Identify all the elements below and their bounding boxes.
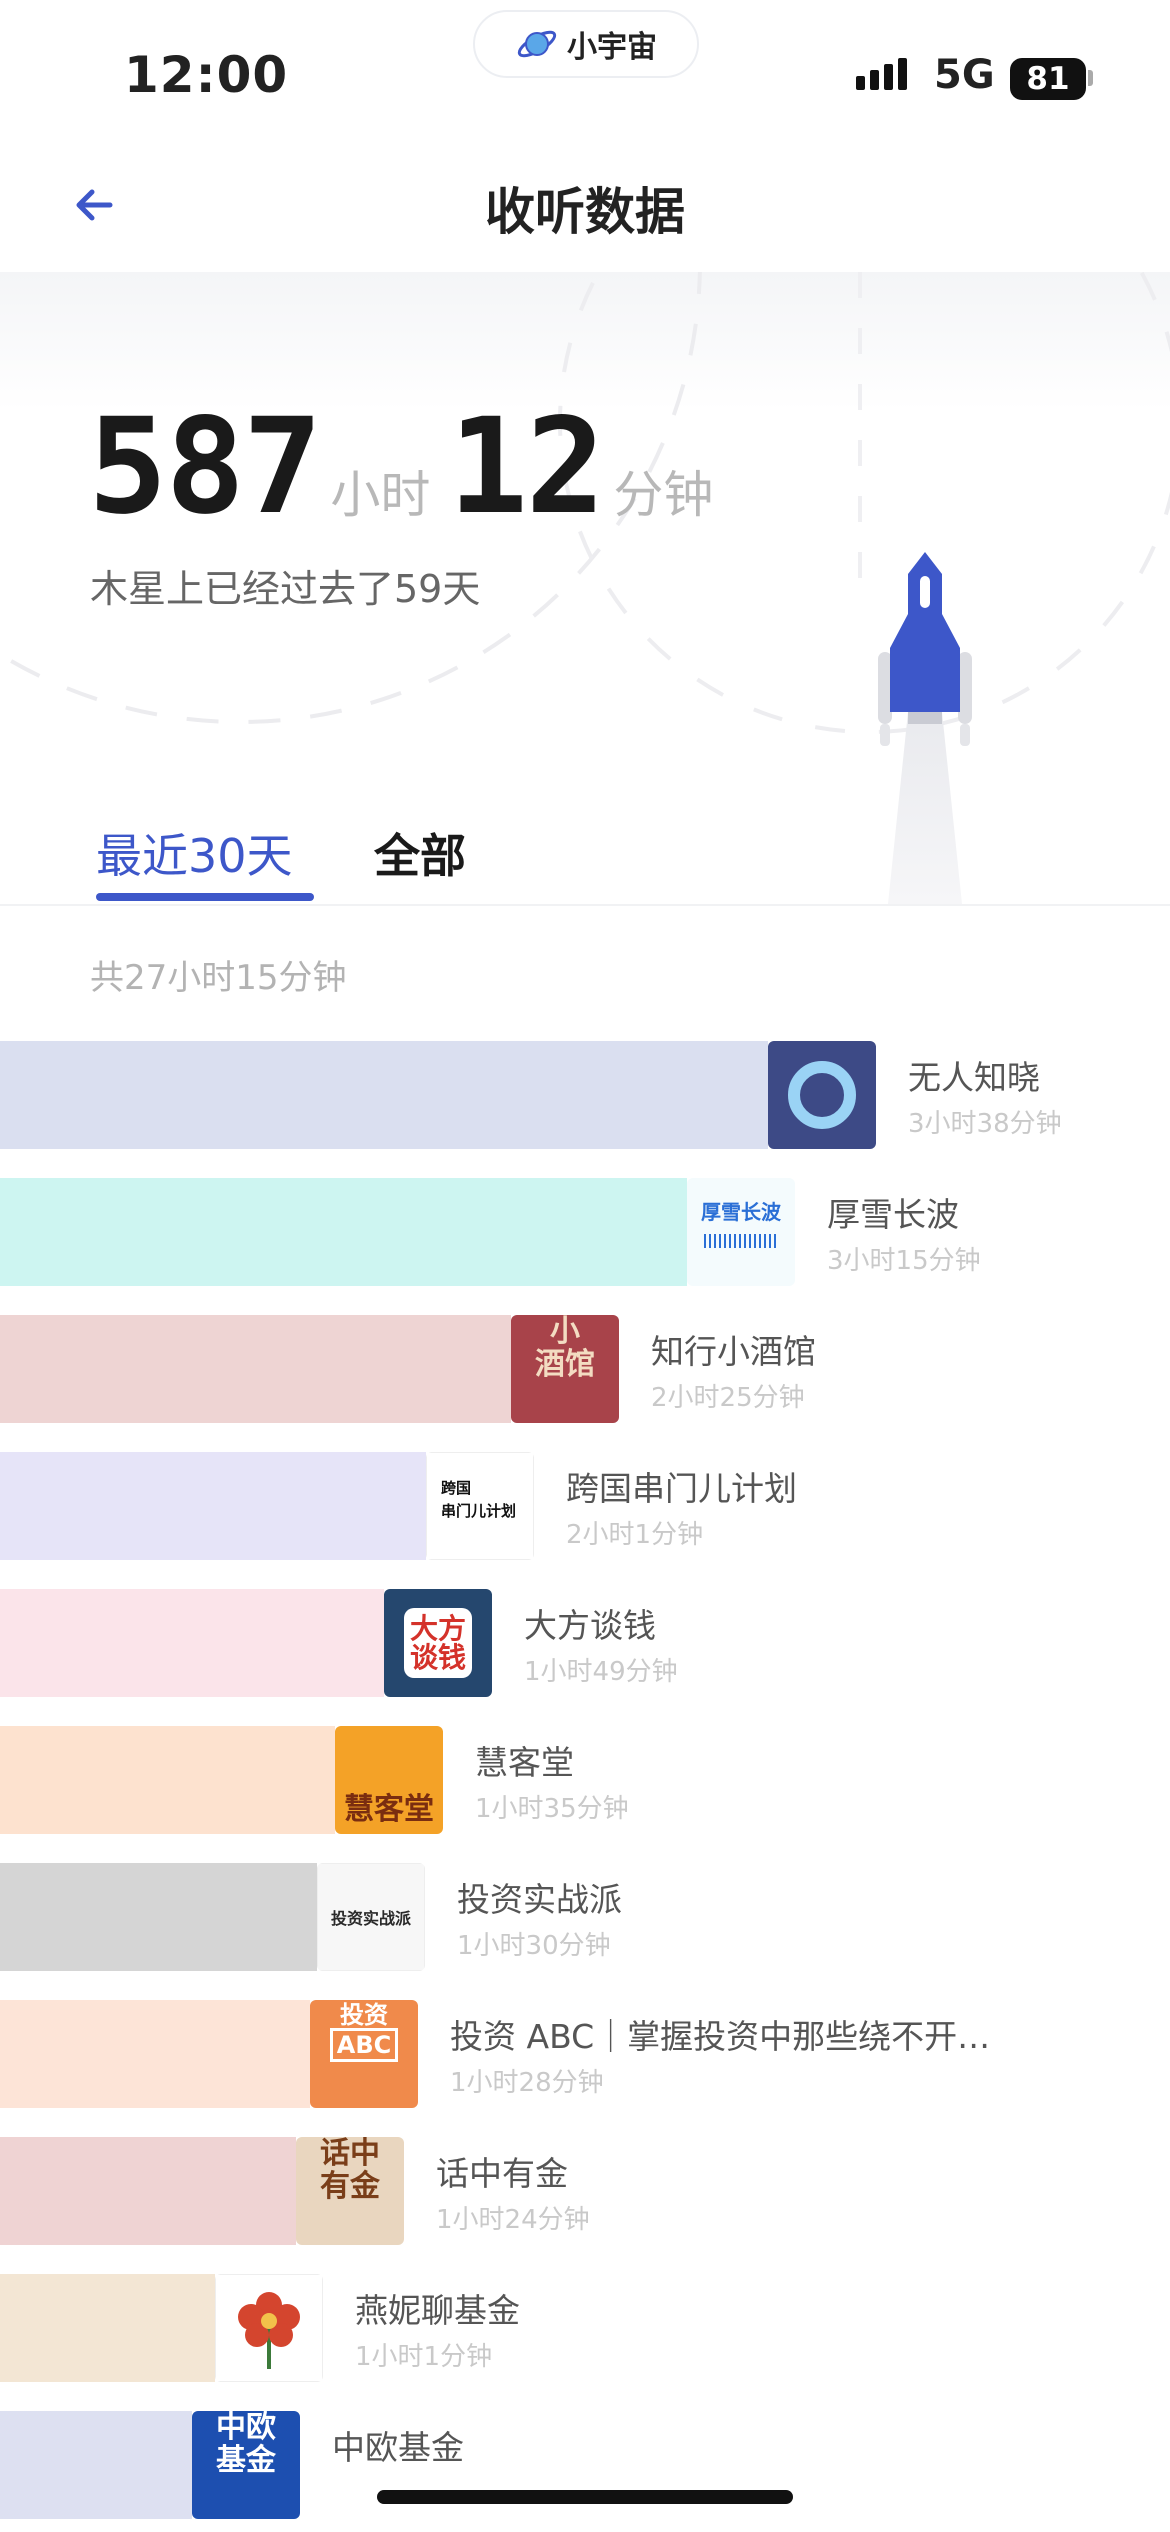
podcast-name: 燕妮聊基金	[355, 2291, 520, 2330]
divider	[0, 904, 1170, 906]
podcast-row[interactable]: 燕妮聊基金 1小时1分钟	[0, 2274, 1170, 2382]
podcast-cover[interactable]: 厚雪长波	[687, 1178, 795, 1286]
tab-recent-30-days[interactable]: 最近30天	[96, 820, 293, 886]
total-recent-time: 共27小时15分钟	[90, 958, 347, 998]
page-title: 收听数据	[485, 183, 685, 241]
listening-data-page: 12:00 小宇宙 5G 81 收听数据 587 小时 12 分钟 木星上已经过…	[0, 0, 1170, 2532]
podcast-duration: 3小时38分钟	[908, 1109, 1062, 1139]
listen-time-bar	[0, 2411, 192, 2519]
podcast-name: 跨国串门儿计划	[566, 1469, 797, 1508]
podcast-duration: 2小时1分钟	[566, 1520, 704, 1550]
listen-time-bar	[0, 2000, 310, 2108]
podcast-cover[interactable]: 中欧 基金	[192, 2411, 300, 2519]
cellular-signal-icon	[856, 58, 907, 90]
network-type: 5G	[934, 52, 995, 98]
podcast-duration: 1小时1分钟	[355, 2342, 493, 2372]
podcast-cover[interactable]: 小酒馆	[511, 1315, 619, 1423]
podcast-name: 大方谈钱	[524, 1606, 656, 1645]
minutes-value: 12	[448, 390, 605, 544]
podcast-cover[interactable]: 话中 有金	[296, 2137, 404, 2245]
battery-icon: 81	[1010, 58, 1086, 100]
podcast-name: 无人知晓	[908, 1058, 1040, 1097]
listen-time-bar	[0, 2274, 215, 2382]
podcast-row[interactable]: 小酒馆 知行小酒馆 2小时25分钟	[0, 1315, 1170, 1423]
podcast-cover[interactable]	[768, 1041, 876, 1149]
podcast-duration: 1小时24分钟	[436, 2205, 590, 2235]
podcast-duration: 1小时30分钟	[457, 1931, 611, 1961]
listen-time-bar	[0, 1315, 511, 1423]
podcast-row[interactable]: 投资 ABC 投资 ABC｜掌握投资中那些绕不开… 1小时28分钟	[0, 2000, 1170, 2108]
listen-time-bar	[0, 1041, 768, 1149]
status-time: 12:00	[124, 46, 289, 104]
listen-time-bar	[0, 1452, 426, 1560]
podcast-cover[interactable]: 大方 谈钱	[384, 1589, 492, 1697]
planet-logo-icon	[517, 30, 557, 58]
podcast-row[interactable]: 厚雪长波 厚雪长波 3小时15分钟	[0, 1178, 1170, 1286]
podcast-row[interactable]: 慧客堂 慧客堂 1小时35分钟	[0, 1726, 1170, 1834]
rocket-illustration	[878, 552, 972, 904]
podcast-name: 中欧基金	[332, 2428, 464, 2467]
listen-time-bar	[0, 1863, 317, 1971]
hours-unit: 小时	[330, 466, 431, 524]
podcast-row[interactable]: 跨国 串门儿计划 跨国串门儿计划 2小时1分钟	[0, 1452, 1170, 1560]
podcast-row[interactable]: 投资实战派 投资实战派 1小时30分钟	[0, 1863, 1170, 1971]
podcast-row[interactable]: 话中 有金 话中有金 1小时24分钟	[0, 2137, 1170, 2245]
jupiter-subtitle: 木星上已经过去了59天	[90, 567, 481, 611]
listen-time-bar	[0, 1726, 335, 1834]
flower-cover-art	[238, 2292, 300, 2369]
podcast-name: 慧客堂	[475, 1743, 574, 1782]
tab-all[interactable]: 全部	[374, 820, 466, 886]
podcast-duration: 2小时25分钟	[651, 1383, 805, 1413]
podcast-cover[interactable]: 投资实战派	[317, 1863, 425, 1971]
podcast-duration: 1小时35分钟	[475, 1794, 629, 1824]
podcast-name: 话中有金	[436, 2154, 568, 2193]
podcast-row[interactable]: 无人知晓 3小时38分钟	[0, 1041, 1170, 1149]
listen-time-bar	[0, 2137, 296, 2245]
listen-time-bar	[0, 1589, 384, 1697]
dynamic-island[interactable]: 小宇宙	[473, 10, 699, 78]
podcast-cover[interactable]: 投资 ABC	[310, 2000, 418, 2108]
podcast-name: 厚雪长波	[827, 1195, 959, 1234]
podcast-cover[interactable]: 慧客堂	[335, 1726, 443, 1834]
hours-value: 587	[88, 390, 322, 544]
podcast-cover[interactable]: 跨国 串门儿计划	[426, 1452, 534, 1560]
podcast-row[interactable]: 大方 谈钱 大方谈钱 1小时49分钟	[0, 1589, 1170, 1697]
podcast-duration: 3小时15分钟	[827, 1246, 981, 1276]
active-tab-indicator	[96, 893, 314, 901]
minutes-unit: 分钟	[613, 466, 714, 524]
podcast-duration: 1小时28分钟	[450, 2068, 604, 2098]
battery-tip	[1088, 70, 1093, 86]
battery-level: 81	[1026, 61, 1070, 97]
listen-time-bar	[0, 1178, 687, 1286]
halo-cover-art	[788, 1061, 856, 1129]
podcast-duration: 1小时49分钟	[524, 1657, 678, 1687]
island-app-name: 小宇宙	[567, 30, 657, 65]
summary-hero: 587 小时 12 分钟 木星上已经过去了59天 最近30天 全部	[0, 272, 1170, 904]
podcast-name: 知行小酒馆	[651, 1332, 816, 1371]
podcast-cover[interactable]	[215, 2274, 323, 2382]
podcast-name: 投资 ABC｜掌握投资中那些绕不开…	[450, 2017, 991, 2056]
home-indicator[interactable]	[377, 2490, 793, 2504]
total-listen-time: 587 小时 12 分钟	[88, 390, 731, 544]
podcast-name: 投资实战派	[457, 1880, 622, 1919]
